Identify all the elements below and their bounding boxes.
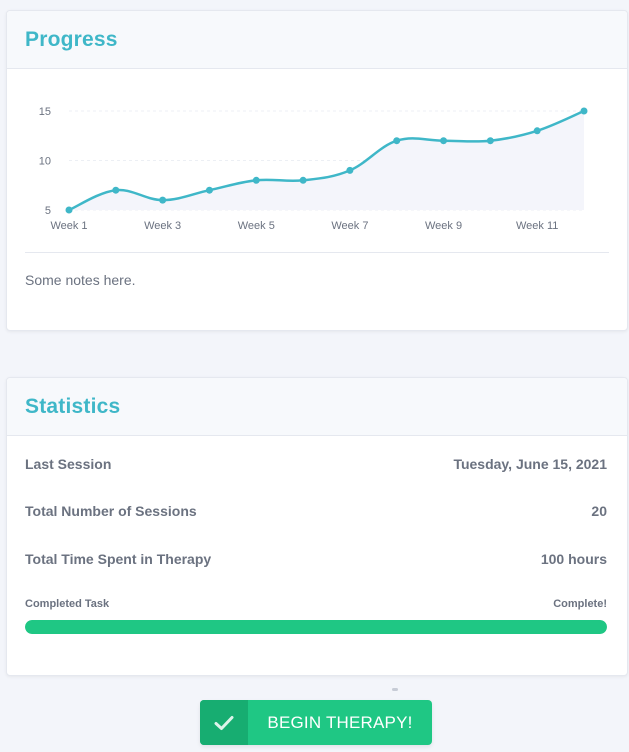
data-point	[533, 127, 541, 135]
data-point	[486, 137, 494, 145]
progress-title: Progress	[25, 27, 118, 51]
stat-label: Last Session	[25, 456, 112, 472]
task-progress-labels: Completed Task Complete!	[25, 598, 607, 610]
statistics-card: Statistics Last Session Tuesday, June 15…	[6, 377, 628, 676]
statistics-header: Statistics	[7, 378, 627, 436]
progress-notes: Some notes here.	[25, 272, 136, 288]
stat-row-total-time: Total Time Spent in Therapy 100 hours	[25, 551, 607, 567]
data-point	[159, 196, 167, 204]
stat-label: Total Time Spent in Therapy	[25, 551, 212, 567]
y-tick-label: 10	[39, 156, 51, 168]
task-label: Completed Task	[25, 598, 110, 610]
stat-row-total-sessions: Total Number of Sessions 20	[25, 503, 607, 519]
x-tick-label: Week 3	[144, 220, 181, 232]
progress-chart-svg: 5 10 15 Week 1 Week 3 Week 5 Week 7 Week 9 Week …	[39, 106, 588, 232]
x-tick-label: Week 7	[331, 220, 368, 232]
task-progress-bar	[25, 620, 607, 634]
stat-label: Total Number of Sessions	[25, 503, 197, 519]
progress-header: Progress	[7, 11, 627, 69]
data-point	[393, 137, 401, 145]
statistics-title: Statistics	[25, 394, 121, 418]
x-tick-label: Week 11	[516, 220, 558, 232]
data-point	[440, 137, 448, 145]
progress-divider	[25, 252, 609, 253]
x-tick-label: Week 9	[425, 220, 462, 232]
begin-therapy-label: BEGIN THERAPY!	[267, 712, 413, 732]
data-point	[252, 176, 260, 184]
series-area	[69, 111, 584, 210]
x-tick-label: Week 5	[238, 220, 275, 232]
data-point	[299, 176, 307, 184]
progress-card: Progress 5 10 15 Week 1 Week 3 Week 5 Week 7 We…	[6, 10, 628, 331]
progress-chart: 5 10 15 Week 1 Week 3 Week 5 Week 7 Week 9 Week …	[7, 70, 627, 248]
stat-value: 20	[591, 503, 607, 519]
data-point	[580, 107, 588, 115]
begin-therapy-icon-box	[200, 700, 248, 745]
stat-value: Tuesday, June 15, 2021	[453, 456, 607, 472]
y-tick-label: 15	[39, 106, 51, 118]
data-point	[205, 186, 213, 194]
task-progress-fill	[25, 620, 607, 634]
task-status: Complete!	[553, 598, 607, 610]
data-point	[65, 206, 73, 214]
begin-therapy-button[interactable]: BEGIN THERAPY!	[200, 700, 432, 745]
x-tick-label: Week 1	[50, 220, 87, 232]
scroll-peek-mark	[392, 688, 398, 691]
stat-row-last-session: Last Session Tuesday, June 15, 2021	[25, 456, 607, 472]
y-tick-label: 5	[45, 205, 51, 217]
stat-value: 100 hours	[540, 551, 607, 567]
check-icon	[214, 715, 234, 730]
data-point	[112, 186, 120, 194]
data-point	[346, 166, 354, 174]
